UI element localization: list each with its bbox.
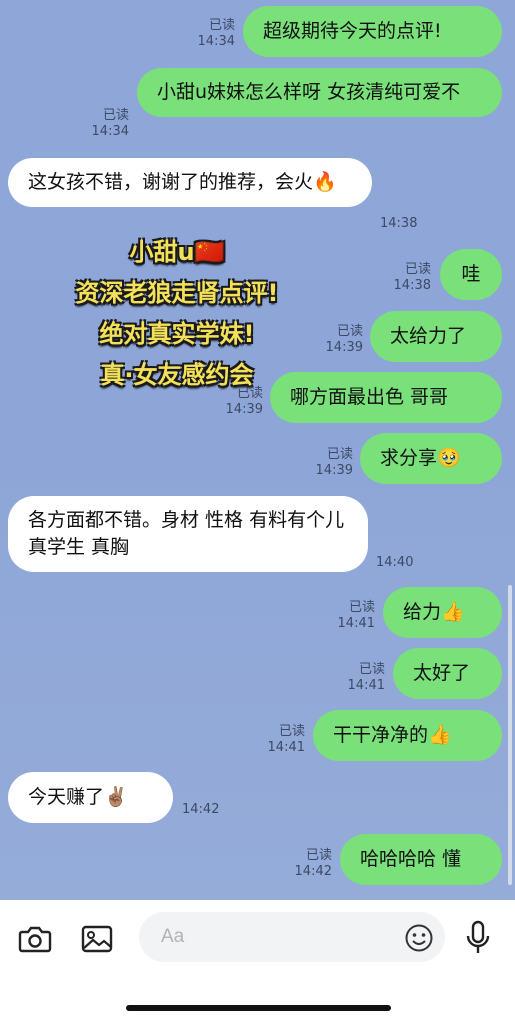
outgoing-message[interactable]: 哇 [440,249,502,300]
message-text: 太给力了 [390,325,467,347]
message-input[interactable] [139,912,445,962]
message-text: 超级期待今天的点评! [263,20,442,42]
message-text: 哪方面最出色 哥哥 [290,386,449,408]
chat-area: 已读 14:34 超级期待今天的点评! 已读 14:34 小甜u妹妹怎么样呀 女… [0,0,515,900]
overlay-line: 小甜u🇨🇳 [129,238,225,266]
message-meta: 已读 14:42 [295,848,332,880]
outgoing-message[interactable]: 太好了 [393,648,502,699]
message-meta: 已读 14:41 [348,662,385,694]
message-text: 太好了 [413,662,471,684]
read-receipt: 已读 [278,724,305,739]
message-text: 求分享🥹 [380,447,461,469]
message-meta: 14:38 [380,216,417,232]
message-meta: 已读 14:34 [198,18,235,50]
outgoing-message[interactable]: 哈哈哈哈 懂 [340,834,502,885]
message-text: 哇 [461,263,481,285]
message-time: 14:38 [380,216,418,231]
incoming-message[interactable]: 各方面都不错。身材 性格 有料有个儿 真学生 真胸 [8,496,368,572]
outgoing-message[interactable]: 超级期待今天的点评! [243,6,502,57]
message-time: 14:41 [337,616,375,631]
message-text: 今天赚了✌🏽 [28,786,128,808]
read-receipt: 已读 [305,848,332,863]
read-receipt: 已读 [102,108,129,123]
message-time: 14:38 [393,278,431,293]
message-time: 14:41 [267,740,305,755]
emoji-icon[interactable] [402,921,436,955]
message-text: 小甜u妹妹怎么样呀 女孩清纯可爱不 [157,81,461,103]
message-text: 干干净净的👍 [333,724,452,746]
message-meta: 已读 14:39 [326,324,363,356]
read-receipt: 已读 [326,447,353,462]
outgoing-message[interactable]: 小甜u妹妹怎么样呀 女孩清纯可爱不 [137,68,502,117]
message-text: 给力👍 [403,601,465,623]
message-meta: 已读 14:39 [226,386,263,418]
outgoing-message[interactable]: 求分享🥹 [360,433,502,484]
outgoing-message[interactable]: 干干净净的👍 [313,710,502,761]
read-receipt: 已读 [236,386,263,401]
message-meta: 14:40 [376,555,413,571]
read-receipt: 已读 [404,262,431,277]
message-time: 14:34 [197,34,235,49]
overlay-line: 绝对真实学妹! [99,320,255,348]
message-time: 14:39 [315,463,353,478]
home-indicator [126,1005,391,1011]
message-meta: 已读 14:41 [338,600,375,632]
read-receipt: 已读 [348,600,375,615]
outgoing-message[interactable]: 哪方面最出色 哥哥 [270,372,502,423]
camera-icon[interactable] [16,921,54,957]
message-meta: 已读 14:34 [92,108,129,140]
message-time: 14:34 [91,124,129,139]
message-text: 这女孩不错，谢谢了的推荐，会火🔥 [28,171,337,193]
microphone-icon[interactable] [462,918,494,958]
message-time: 14:42 [182,802,220,817]
message-time: 14:39 [325,340,363,355]
message-text: 哈哈哈哈 懂 [360,848,462,870]
message-time: 14:41 [347,678,385,693]
outgoing-message[interactable]: 太给力了 [370,311,502,362]
incoming-message[interactable]: 今天赚了✌🏽 [8,772,173,823]
message-meta: 已读 14:39 [316,447,353,479]
incoming-message[interactable]: 这女孩不错，谢谢了的推荐，会火🔥 [8,158,372,207]
message-meta: 14:42 [182,802,219,818]
promo-overlay-text: 小甜u🇨🇳 资深老狼走肾点评! 绝对真实学妹! 真·女友感约会 [22,232,332,396]
message-time: 14:42 [294,864,332,879]
image-icon[interactable] [78,921,116,957]
scrollbar[interactable] [508,585,512,885]
message-meta: 已读 14:38 [394,262,431,294]
message-text: 各方面都不错。身材 性格 有料有个儿 真学生 真胸 [28,509,345,558]
message-meta: 已读 14:41 [268,724,305,756]
read-receipt: 已读 [208,18,235,33]
message-time: 14:39 [225,402,263,417]
read-receipt: 已读 [336,324,363,339]
outgoing-message[interactable]: 给力👍 [383,587,502,638]
message-time: 14:40 [376,555,414,570]
overlay-line: 资深老狼走肾点评! [75,279,279,307]
read-receipt: 已读 [358,662,385,677]
